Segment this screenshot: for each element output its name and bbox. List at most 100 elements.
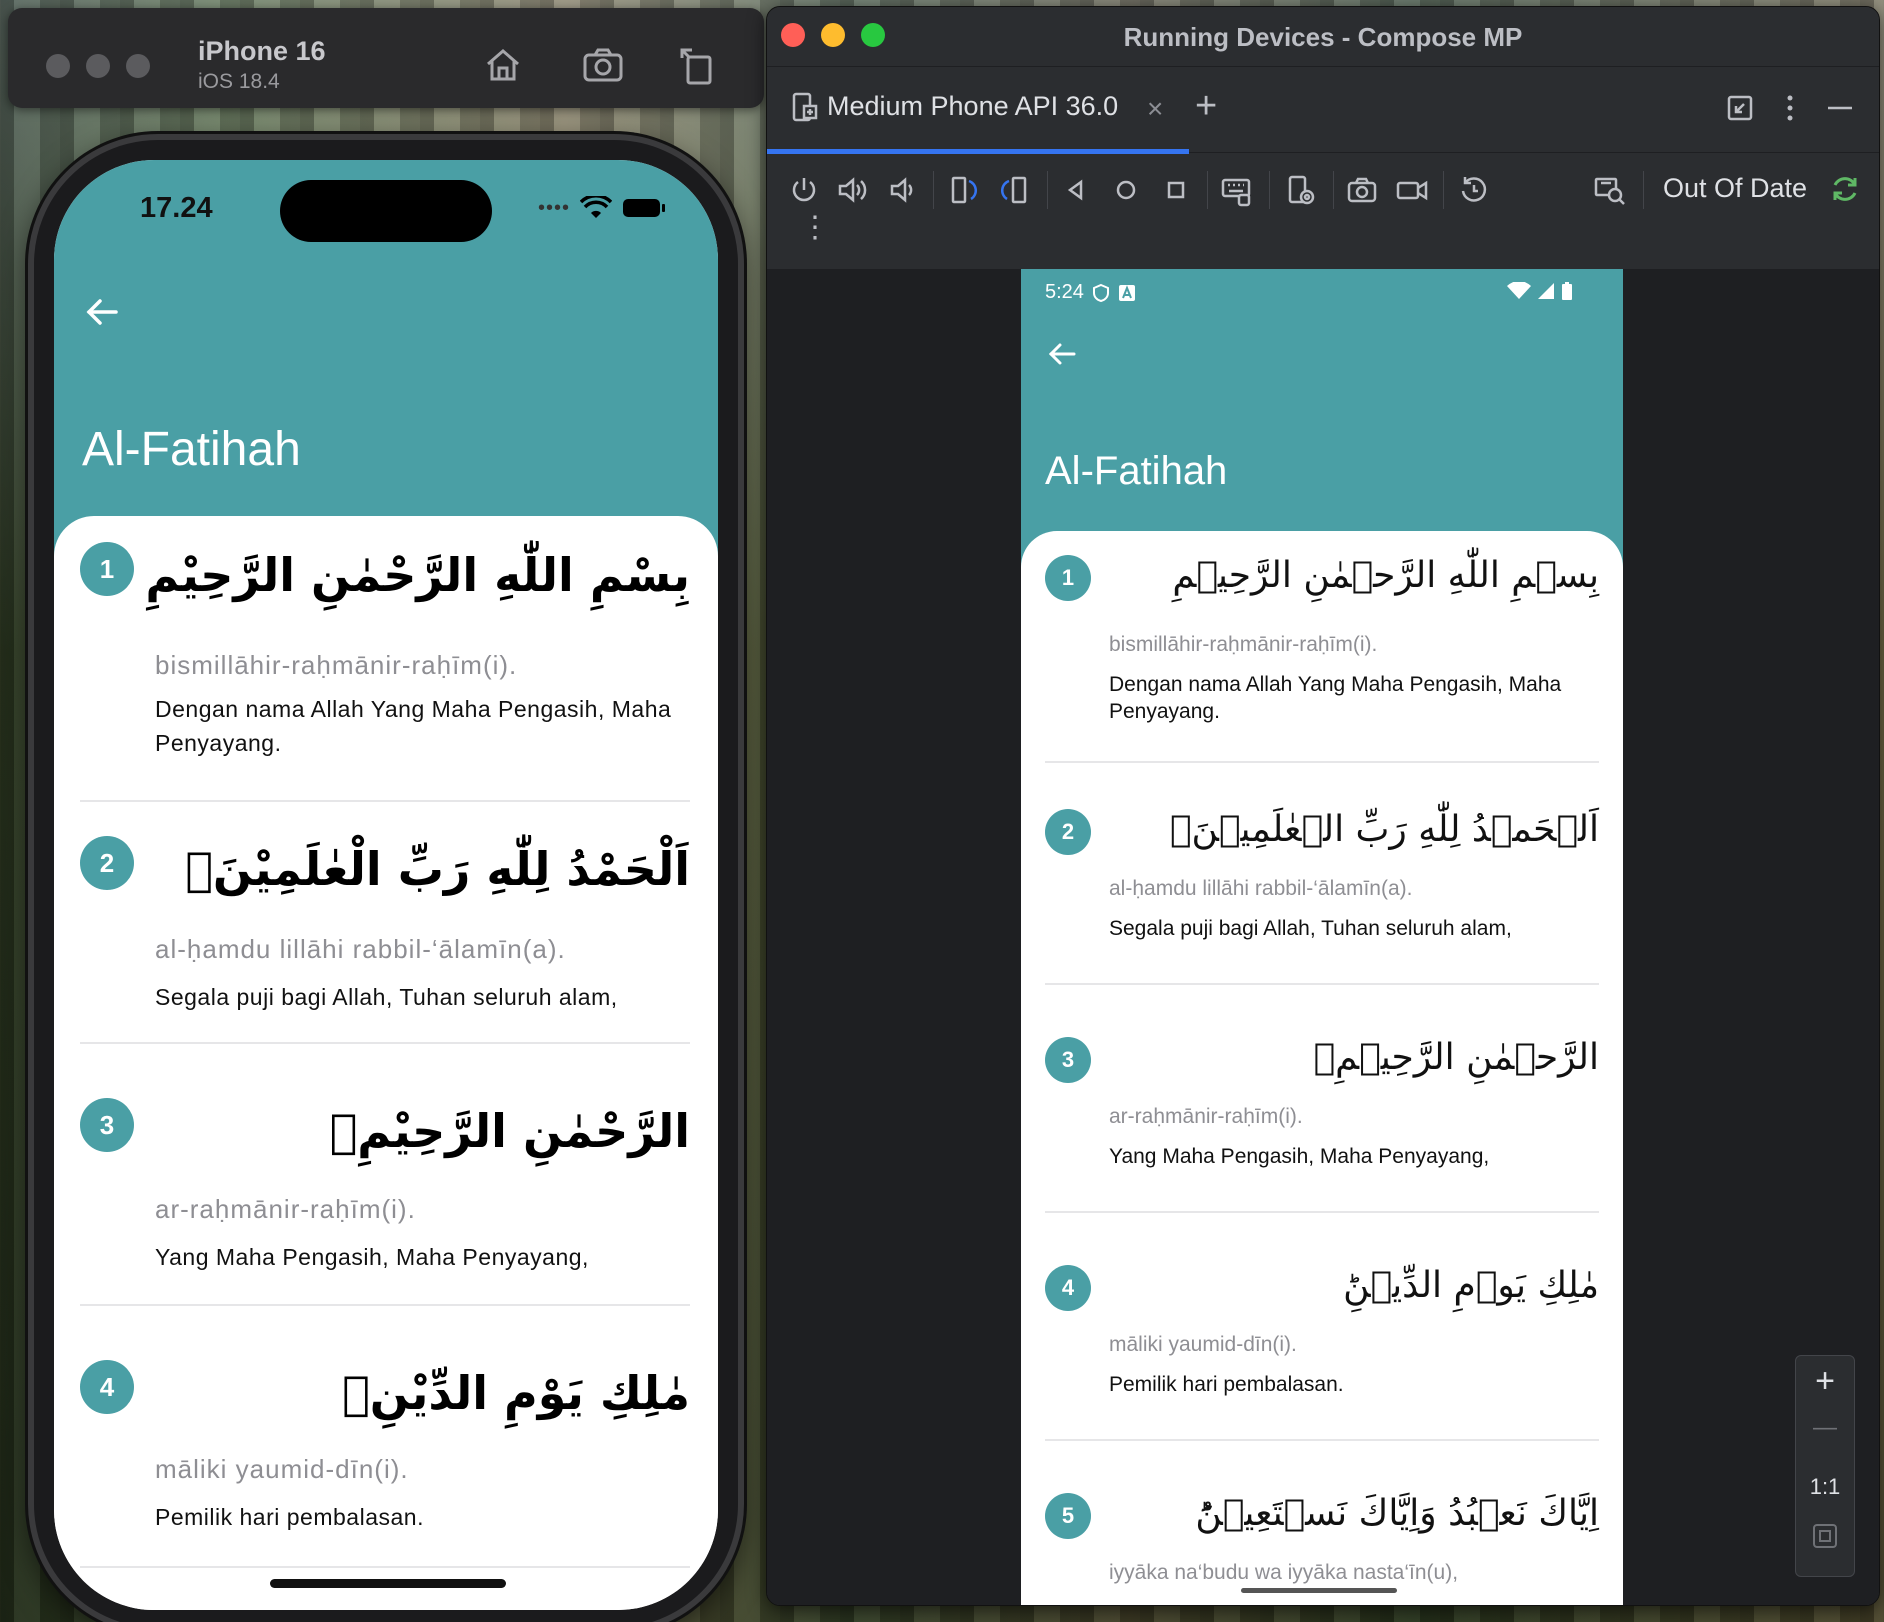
verse-number-badge: 1: [80, 542, 134, 596]
divider: [1045, 983, 1599, 985]
window-close-button[interactable]: [46, 54, 70, 78]
layout-inspector-icon[interactable]: [1593, 173, 1627, 207]
toolbar-separator: [1047, 171, 1048, 209]
verse-translation: Segala puji bagi Allah, Tuhan seluruh al…: [155, 984, 618, 1010]
verse-latin: al-ḥamdu lillāhi rabbil-‘ālamīn(a).: [1109, 877, 1413, 900]
back-nav-icon[interactable]: [1059, 173, 1093, 207]
rotate-left-icon[interactable]: [947, 173, 981, 207]
device-settings-icon[interactable]: [1283, 173, 1317, 207]
zoom-actual-size-button[interactable]: 1:1: [1796, 1474, 1854, 1500]
status-time: 5:24: [1045, 281, 1084, 303]
window-title: Running Devices - Compose MP: [1123, 22, 1523, 52]
home-indicator[interactable]: [270, 1579, 506, 1588]
verse-translation: Dengan nama Allah Yang Maha Pengasih, Ma…: [1109, 673, 1562, 723]
window-titlebar: Running Devices - Compose MP: [767, 7, 1879, 67]
simulator-toolbar: iPhone 16 iOS 18.4: [8, 8, 764, 108]
dynamic-island: [280, 180, 492, 242]
refresh-icon[interactable]: [1829, 173, 1861, 205]
zoom-controls: + — 1:1: [1795, 1355, 1855, 1577]
verse-translation: Pemilik hari pembalasan.: [1109, 1373, 1344, 1396]
emulator-toolbar: Out Of Date ⋮: [767, 153, 1879, 269]
battery-icon: [1562, 282, 1572, 300]
android-screen: 5:24 Al-Fatihah 1 بِسۡمِ اللّٰهِ الرَّحۡ…: [1021, 269, 1623, 1605]
back-arrow-icon[interactable]: [82, 292, 122, 332]
verse-number-badge: 4: [1045, 1265, 1091, 1311]
zoom-fit-icon[interactable]: [1796, 1522, 1854, 1555]
snapshot-restore-icon[interactable]: [1457, 173, 1491, 207]
out-of-date-status[interactable]: Out Of Date: [1663, 173, 1807, 204]
verse-arabic: بِسْمِ اللّٰهِ الرَّحْمٰنِ الرَّحِيْمِ: [145, 548, 690, 602]
wifi-icon: [1507, 282, 1531, 299]
verse-arabic: مٰلِكِ يَوْمِ الدِّيْنِۗ: [342, 1366, 690, 1420]
verse-latin: bismillāhir-raḥmānir-raḥīm(i).: [1109, 633, 1378, 656]
verse-arabic: اَلۡحَمۡدُ لِلّٰهِ رَبِّ الۡعٰلَمِيۡنَۙ: [1169, 809, 1599, 850]
page-title: Al-Fatihah: [82, 423, 301, 476]
back-arrow-icon[interactable]: [1045, 337, 1079, 371]
more-options-icon[interactable]: [1785, 93, 1795, 123]
device-tab-bar: Medium Phone API 36.0 × +: [767, 67, 1879, 154]
overview-nav-icon[interactable]: [1159, 173, 1193, 207]
zoom-in-button[interactable]: +: [1796, 1362, 1854, 1401]
verse-latin: māliki yaumid-dīn(i).: [1109, 1333, 1297, 1356]
divider: [80, 1042, 690, 1044]
volume-down-icon[interactable]: [885, 173, 919, 207]
cellular-icon: ••••: [537, 196, 570, 219]
iphone-screen: 17.24 •••• Al-Fatihah 1 بِسْمِ اللّٰهِ ا…: [54, 160, 718, 1610]
screenshot-icon[interactable]: [580, 42, 626, 88]
page-title: Al-Fatihah: [1045, 449, 1228, 493]
verse-latin: ar-raḥmānir-raḥīm(i).: [1109, 1105, 1303, 1128]
verse-arabic: الرَّحْمٰنِ الرَّحِيْمِۙ: [329, 1104, 690, 1158]
window-minimize-button[interactable]: [86, 54, 110, 78]
status-time: 17.24: [140, 192, 213, 224]
verse-translation: Yang Maha Pengasih, Maha Penyayang,: [1109, 1145, 1490, 1168]
window-zoom-button[interactable]: [126, 54, 150, 78]
signal-icon: [1538, 283, 1554, 299]
screen-record-icon[interactable]: [1395, 173, 1429, 207]
wifi-icon: [580, 196, 612, 218]
divider: [1045, 1439, 1599, 1441]
gesture-nav-bar[interactable]: [1241, 1588, 1397, 1593]
divider: [1045, 761, 1599, 763]
verse-translation: Segala puji bagi Allah, Tuhan seluruh al…: [1109, 917, 1512, 940]
rotate-right-icon[interactable]: [997, 173, 1031, 207]
verse-number-badge: 4: [80, 1360, 134, 1414]
verse-number-badge: 3: [1045, 1037, 1091, 1083]
status-icons: ••••: [538, 196, 666, 220]
verse-number-badge: 5: [1045, 1493, 1091, 1539]
device-icon: [792, 92, 818, 121]
toolbar-separator: [1269, 171, 1270, 209]
home-icon[interactable]: [480, 42, 526, 88]
verse-list[interactable]: 1 بِسۡمِ اللّٰهِ الرَّحۡمٰنِ الرَّحِيۡمِ…: [1021, 531, 1623, 1605]
verse-number-badge: 2: [1045, 809, 1091, 855]
tab-medium-phone[interactable]: Medium Phone API 36.0: [791, 91, 1118, 122]
toolbar-separator: [1207, 171, 1208, 209]
simulator-os-version: iOS 18.4: [198, 70, 280, 93]
tab-bar-actions: [1725, 93, 1855, 123]
toolbar-separator: [1443, 171, 1444, 209]
android-studio-window: Running Devices - Compose MP Medium Phon…: [766, 6, 1880, 1606]
tab-close-icon[interactable]: ×: [1147, 93, 1163, 125]
toolbar-separator: [1643, 171, 1644, 209]
tab-label: Medium Phone API 36.0: [827, 91, 1119, 121]
volume-up-icon[interactable]: [835, 173, 869, 207]
power-icon[interactable]: [787, 173, 821, 207]
add-tab-icon[interactable]: +: [1195, 85, 1217, 128]
home-nav-icon[interactable]: [1109, 173, 1143, 207]
verse-arabic: الرَّحۡمٰنِ الرَّحِيۡمِۙ: [1313, 1037, 1599, 1078]
verse-list[interactable]: 1 بِسْمِ اللّٰهِ الرَّحْمٰنِ الرَّحِيْمِ…: [54, 516, 718, 1610]
simulator-device-name: iPhone 16: [198, 36, 326, 66]
take-screenshot-icon[interactable]: [1345, 173, 1379, 207]
rotate-icon[interactable]: [674, 42, 720, 88]
verse-translation: Yang Maha Pengasih, Maha Penyayang,: [155, 1244, 589, 1270]
verse-number-badge: 2: [80, 836, 134, 890]
verse-translation: Dengan nama Allah Yang Maha Pengasih, Ma…: [155, 696, 672, 756]
verse-latin: māliki yaumid-dīn(i).: [155, 1454, 409, 1484]
toolbar-more-icon[interactable]: ⋮: [800, 213, 830, 243]
keyboard-input-icon[interactable]: [1219, 173, 1253, 207]
minimize-panel-icon[interactable]: [1825, 93, 1855, 123]
verse-arabic: مٰلِكِ يَوۡمِ الدِّيۡنِؕ: [1343, 1265, 1599, 1306]
notification-a-icon: [1118, 284, 1135, 301]
zoom-out-button[interactable]: —: [1796, 1414, 1854, 1442]
restore-window-icon[interactable]: [1725, 93, 1755, 123]
divider: [80, 1566, 690, 1568]
